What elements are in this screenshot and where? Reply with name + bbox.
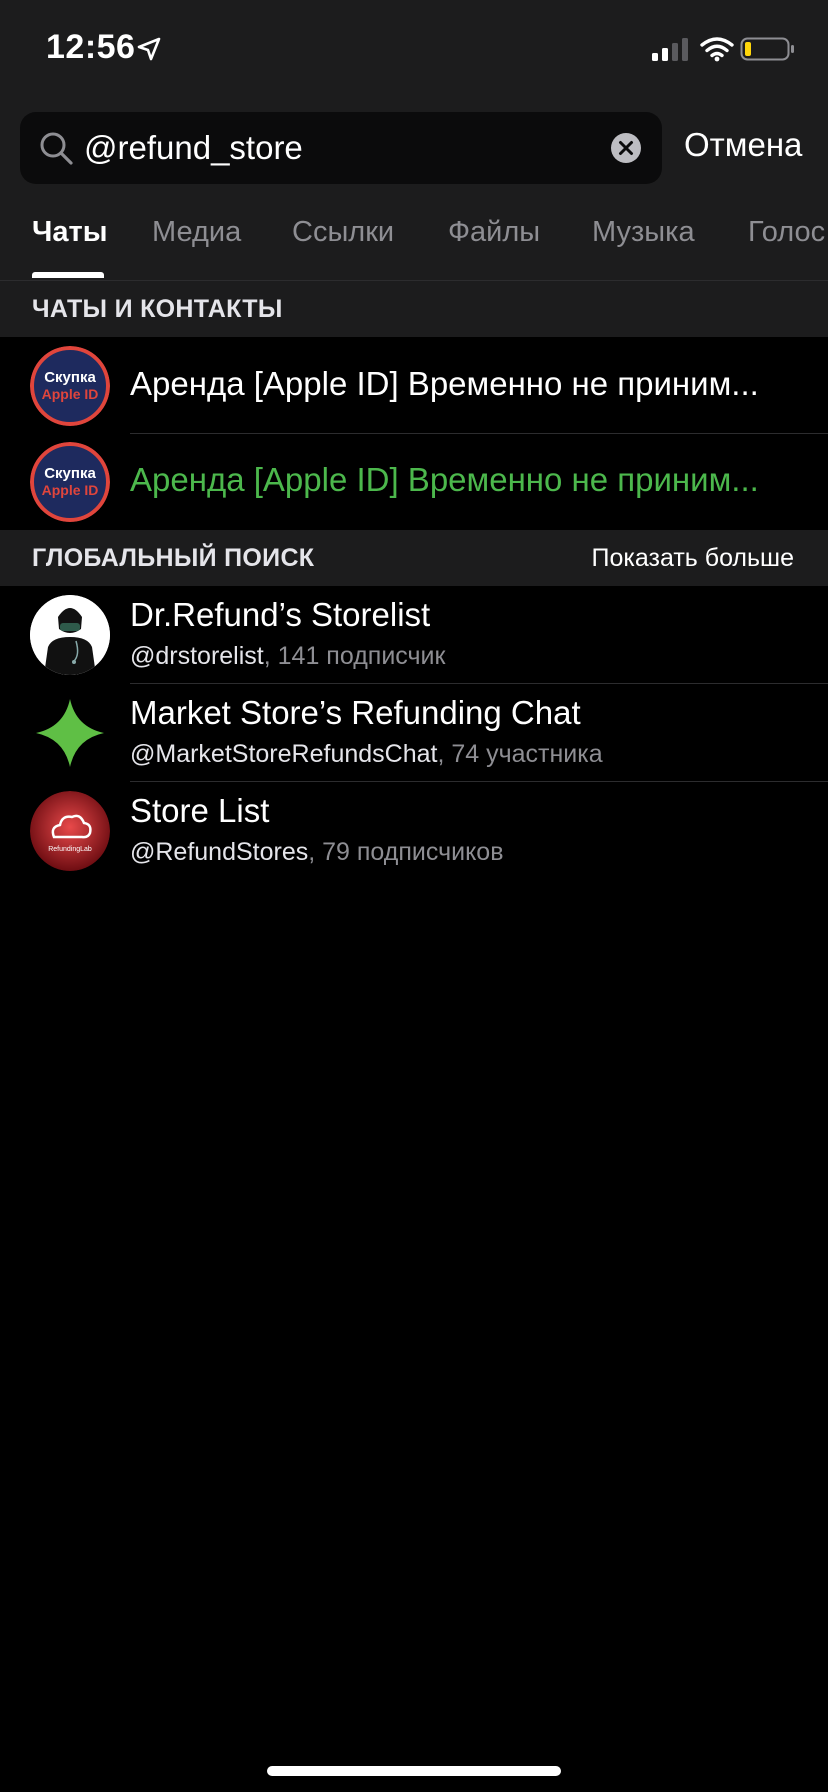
search-field[interactable]: [20, 112, 662, 184]
wifi-icon: [700, 37, 734, 62]
avatar-text-bottom: Apple ID: [42, 482, 99, 498]
location-arrow-icon: [137, 37, 161, 61]
result-handle: @MarketStoreRefundsChat: [130, 740, 438, 768]
avatar-text-top: Скупка: [44, 369, 96, 386]
avatar-caption: RefundingLab: [48, 846, 92, 853]
result-handle: @RefundStores: [130, 838, 309, 866]
chat-title-rest: [Apple ID] Временно не приним...: [244, 461, 759, 498]
cellular-signal-icon: [652, 38, 688, 61]
avatar: RefundingLab: [30, 791, 110, 871]
chat-title-rest: [Apple ID] Временно не приним...: [244, 365, 759, 402]
search-input[interactable]: [84, 112, 604, 184]
avatar-text-bottom: Apple ID: [42, 386, 99, 402]
global-result-row[interactable]: Market Store’s Refunding Chat @MarketSto…: [0, 684, 828, 782]
search-tabs: Чаты Медиа Ссылки Файлы Музыка Голос: [0, 210, 828, 280]
result-meta: , 79 подписчиков: [308, 838, 504, 866]
section-header-chats: ЧАТЫ И КОНТАКТЫ: [0, 281, 828, 337]
chat-row[interactable]: Скупка Apple ID Аренда [Apple ID] Времен…: [0, 433, 828, 531]
result-subtitle: @MarketStoreRefundsChat, 74 участника: [130, 740, 603, 769]
chat-row[interactable]: Скупка Apple ID Аренда [Apple ID] Времен…: [0, 337, 828, 435]
avatar: [30, 595, 110, 675]
tab-files[interactable]: Файлы: [448, 216, 540, 249]
active-tab-indicator: [32, 272, 104, 278]
avatar: Скупка Apple ID: [30, 442, 110, 522]
section-title-global: ГЛОБАЛЬНЫЙ ПОИСК: [32, 544, 315, 572]
status-time: 12:56: [46, 28, 136, 66]
doctor-avatar-icon: [30, 595, 110, 675]
result-meta: , 74 участника: [437, 740, 603, 768]
result-title: Market Store’s Refunding Chat: [130, 694, 581, 731]
avatar: [30, 693, 110, 773]
green-diamond-avatar-icon: [36, 699, 104, 767]
show-more-button[interactable]: Показать больше: [592, 544, 794, 573]
tab-chats[interactable]: Чаты: [32, 216, 107, 249]
chat-title-prefix: Аренда: [130, 461, 245, 498]
avatar-text-top: Скупка: [44, 465, 96, 482]
section-header-global: ГЛОБАЛЬНЫЙ ПОИСК Показать больше: [0, 530, 828, 586]
cloud-logo-avatar-icon: RefundingLab: [30, 791, 110, 871]
search-icon: [40, 132, 73, 165]
clear-search-icon[interactable]: [610, 132, 642, 164]
section-title-chats: ЧАТЫ И КОНТАКТЫ: [32, 295, 283, 323]
home-indicator[interactable]: [267, 1766, 561, 1776]
result-title: Store List: [130, 792, 270, 829]
tab-music[interactable]: Музыка: [592, 216, 695, 249]
tab-media[interactable]: Медиа: [152, 216, 241, 249]
result-title: Dr.Refund’s Storelist: [130, 596, 431, 633]
result-handle: @drstorelist: [130, 642, 264, 670]
battery-icon: [740, 37, 794, 61]
result-meta: , 141 подписчик: [263, 642, 446, 670]
apple-id-avatar-icon: Скупка Apple ID: [30, 442, 110, 522]
chat-title-prefix: Аренда: [130, 365, 245, 402]
chat-title: Аренда [Apple ID] Временно не приним...: [130, 365, 759, 403]
global-result-row[interactable]: Dr.Refund’s Storelist @drstorelist, 141 …: [0, 586, 828, 684]
tab-voice[interactable]: Голос: [748, 216, 825, 249]
status-bar: 12:56: [0, 0, 828, 100]
avatar: Скупка Apple ID: [30, 346, 110, 426]
global-result-row[interactable]: RefundingLab Store List @RefundStores, 7…: [0, 782, 828, 880]
result-subtitle: @drstorelist, 141 подписчик: [130, 642, 445, 671]
cancel-button[interactable]: Отмена: [684, 126, 802, 164]
tab-links[interactable]: Ссылки: [292, 216, 394, 249]
chat-title: Аренда [Apple ID] Временно не приним...: [130, 461, 759, 499]
result-subtitle: @RefundStores, 79 подписчиков: [130, 838, 504, 867]
apple-id-avatar-icon: Скупка Apple ID: [30, 346, 110, 426]
